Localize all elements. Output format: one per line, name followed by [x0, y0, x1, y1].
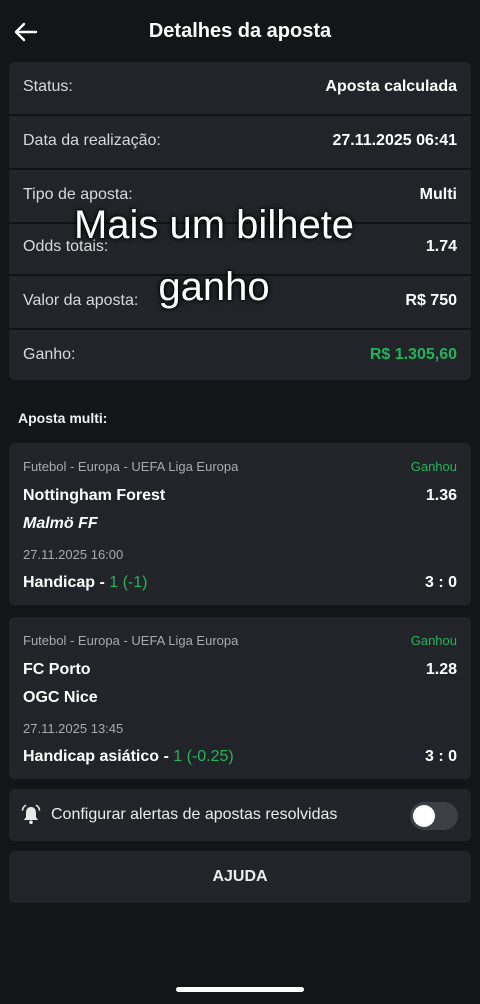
overlay-caption: Mais um bilhete ganho [73, 203, 355, 309]
event-team-home: FC Porto [23, 661, 91, 678]
page-title: Detalhes da aposta [148, 20, 332, 42]
event-score: 3 : 0 [424, 748, 457, 765]
top-bar: Detalhes da aposta [0, 0, 480, 62]
stake-value: R$ 750 [405, 292, 457, 309]
alerts-label: Configurar alertas de apostas resolvidas [51, 806, 338, 823]
resolved-bets-alerts-row[interactable]: Configurar alertas de apostas resolvidas [9, 789, 471, 841]
event-league: Futebol - Europa - UEFA Liga Europa [23, 633, 239, 648]
bell-alert-icon [19, 803, 43, 827]
bet-type-value: Multi [419, 186, 457, 203]
event-odd: 1.36 [425, 487, 457, 504]
event-result-badge: Ganhou [410, 459, 457, 474]
event-date: 27.11.2025 13:45 [23, 721, 124, 736]
event-market-value: 1 (-1) [109, 574, 148, 591]
status-label: Status: [23, 78, 73, 95]
status-row: Status: Aposta calculada [9, 62, 471, 116]
help-button-label: AJUDA [212, 868, 268, 885]
winnings-value: R$ 1.305,60 [369, 346, 457, 363]
multi-bet-heading: Aposta multi: [18, 410, 108, 426]
alerts-toggle[interactable] [410, 802, 458, 830]
event-market: Handicap asiático - 1 (-0.25) [23, 748, 234, 766]
event-market: Handicap - 1 (-1) [23, 574, 147, 592]
winnings-label: Ganho: [23, 346, 76, 363]
help-button[interactable]: AJUDA [9, 851, 471, 903]
event-team-away: Malmö FF [23, 515, 98, 532]
date-row: Data da realização: 27.11.2025 06:41 [9, 116, 471, 170]
event-league: Futebol - Europa - UEFA Liga Europa [23, 459, 239, 474]
event-market-name: Handicap - [23, 574, 105, 591]
home-indicator [176, 987, 304, 992]
winnings-row: Ganho: R$ 1.305,60 [9, 330, 471, 382]
event-card: Futebol - Europa - UEFA Liga Europa Ganh… [9, 617, 471, 779]
event-team-away: OGC Nice [23, 689, 98, 706]
event-market-value: 1 (-0.25) [173, 748, 234, 765]
event-market-name: Handicap asiático - [23, 748, 169, 765]
status-value: Aposta calculada [325, 78, 457, 95]
toggle-knob [413, 805, 435, 827]
event-score: 3 : 0 [424, 574, 457, 591]
total-odds-value: 1.74 [425, 238, 457, 255]
event-card: Futebol - Europa - UEFA Liga Europa Ganh… [9, 443, 471, 605]
date-value: 27.11.2025 06:41 [332, 132, 457, 149]
event-result-badge: Ganhou [410, 633, 457, 648]
date-label: Data da realização: [23, 132, 161, 149]
event-odd: 1.28 [425, 661, 457, 678]
event-date: 27.11.2025 16:00 [23, 547, 124, 562]
event-team-home: Nottingham Forest [23, 487, 166, 504]
